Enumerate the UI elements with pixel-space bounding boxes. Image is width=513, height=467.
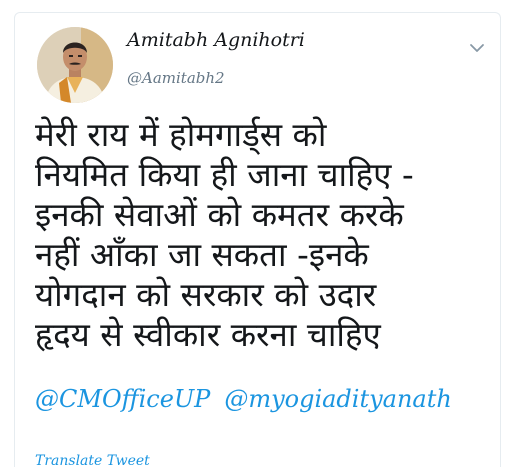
mention-link[interactable]: @myogiadityanath (224, 385, 452, 413)
author-name[interactable]: Amitabh Agnihotri (127, 29, 305, 51)
mention-link[interactable]: @CMOfficeUP (35, 385, 210, 413)
tweet-text-line: मेरी राय में होमगार्ड्स को (35, 115, 327, 154)
tweet-text-line: नहीं आँका जा सकता -इनके (35, 235, 369, 274)
author-handle[interactable]: @Aamitabh2 (127, 69, 225, 87)
tweet-text-line: योगदान को सरकार को उदार (35, 275, 377, 314)
mentions: @CMOfficeUP @myogiadityanath (35, 385, 452, 413)
tweet-text: मेरी राय में होमगार्ड्स को नियमित किया ह… (35, 115, 491, 355)
tweet-card[interactable]: Amitabh Agnihotri @Aamitabh2 मेरी राय मे… (14, 12, 501, 467)
translate-tweet-link[interactable]: Translate Tweet (35, 453, 150, 467)
chevron-down-icon[interactable] (466, 37, 488, 59)
avatar[interactable] (37, 27, 113, 103)
tweet-text-line: इनकी सेवाओं को कमतर करके (35, 195, 404, 234)
tweet-text-line: हृदय से स्वीकार करना चाहिए (35, 315, 381, 354)
tweet-text-line: नियमित किया ही जाना चाहिए - (35, 155, 414, 194)
